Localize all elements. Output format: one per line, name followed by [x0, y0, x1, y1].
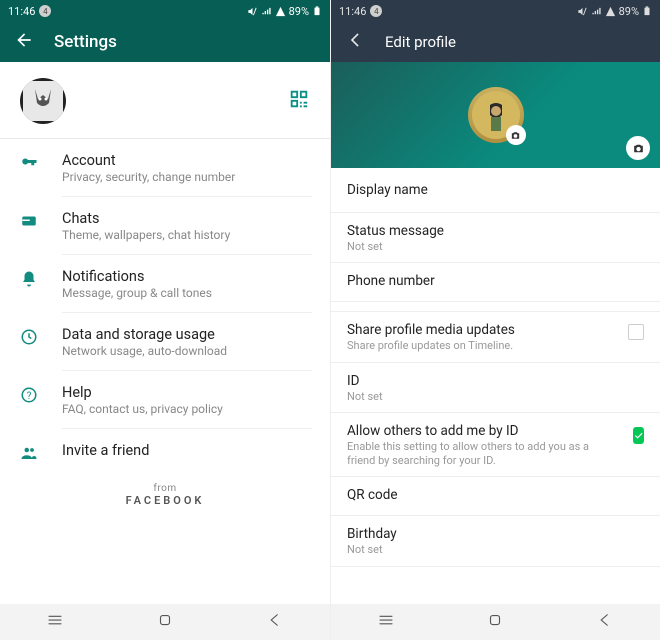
field-sub: Share profile updates on Timeline.	[347, 339, 553, 353]
field-label: ID	[347, 373, 644, 389]
qr-code-icon[interactable]	[288, 88, 310, 114]
item-title: Data and storage usage	[62, 326, 312, 343]
home-button[interactable]	[156, 611, 174, 633]
key-icon	[18, 152, 40, 172]
field-value: Not set	[347, 543, 644, 557]
share-media-row[interactable]: Share profile media updates Share profil…	[331, 312, 660, 362]
item-sub: Theme, wallpapers, chat history	[62, 228, 312, 242]
item-sub: Message, group & call tones	[62, 286, 312, 300]
status-icons: 89%	[577, 5, 652, 18]
svg-text:?: ?	[27, 391, 32, 402]
item-title: Chats	[62, 210, 312, 227]
battery-text: 89%	[619, 5, 639, 18]
status-bar: 11:46 4 89%	[0, 0, 330, 22]
field-label: QR code	[347, 487, 644, 503]
avatar[interactable]	[20, 78, 66, 124]
from-label: from	[0, 483, 330, 494]
back-button[interactable]	[345, 30, 365, 54]
field-label: Display name	[347, 182, 644, 198]
settings-data[interactable]: Data and storage usageNetwork usage, aut…	[0, 313, 330, 371]
camera-icon	[510, 130, 521, 141]
chat-icon	[18, 210, 40, 230]
mute-icon	[247, 6, 258, 17]
field-label: Share profile media updates	[347, 322, 553, 338]
profile-cover	[331, 62, 660, 168]
item-sub: FAQ, contact us, privacy policy	[62, 402, 312, 416]
back-button[interactable]	[14, 30, 34, 54]
bell-icon	[18, 268, 40, 288]
page-title: Edit profile	[385, 33, 456, 51]
data-icon	[18, 326, 40, 346]
recents-button[interactable]	[46, 611, 64, 633]
home-button[interactable]	[486, 611, 504, 633]
back-nav-button[interactable]	[596, 611, 614, 633]
status-bar: 11:46 4 89%	[331, 0, 660, 22]
item-title: Account	[62, 152, 312, 169]
display-name-row[interactable]: Display name	[331, 168, 660, 213]
network-icon	[591, 6, 602, 17]
settings-list: AccountPrivacy, security, change number …	[0, 139, 330, 604]
field-label: Allow others to add me by ID	[347, 423, 633, 439]
settings-account[interactable]: AccountPrivacy, security, change number	[0, 139, 330, 197]
avatar[interactable]	[468, 87, 524, 143]
field-sub: Enable this setting to allow others to a…	[347, 440, 633, 469]
notification-badge-icon: 4	[370, 5, 382, 17]
item-sub: Network usage, auto-download	[62, 344, 312, 358]
status-message-row[interactable]: Status message Not set	[331, 213, 660, 263]
settings-invite[interactable]: Invite a friend	[0, 429, 330, 471]
field-value: Not set	[347, 240, 644, 254]
page-title: Settings	[54, 32, 117, 52]
whatsapp-settings-screen: 11:46 4 89% Settings	[0, 0, 330, 640]
battery-text: 89%	[289, 5, 309, 18]
qr-code-row[interactable]: QR code	[331, 477, 660, 516]
android-navbar	[0, 604, 330, 640]
settings-header: Settings	[0, 22, 330, 62]
status-time: 11:46	[339, 5, 366, 18]
change-cover-button[interactable]	[626, 136, 650, 160]
item-title: Help	[62, 384, 312, 401]
profile-row[interactable]	[0, 62, 330, 139]
brand-label: FACEBOOK	[0, 494, 330, 507]
notification-badge-icon: 4	[39, 5, 51, 17]
footer-brand: from FACEBOOK	[0, 471, 330, 525]
network-icon	[261, 6, 272, 17]
camera-icon	[632, 142, 645, 155]
android-navbar	[331, 604, 660, 640]
field-label: Birthday	[347, 526, 644, 542]
battery-icon	[312, 5, 322, 17]
signal-icon	[275, 6, 286, 17]
battery-icon	[642, 5, 652, 17]
phone-number-row[interactable]: Phone number	[331, 263, 660, 302]
settings-help[interactable]: ? HelpFAQ, contact us, privacy policy	[0, 371, 330, 429]
help-icon: ?	[18, 384, 40, 404]
settings-notifications[interactable]: NotificationsMessage, group & call tones	[0, 255, 330, 313]
id-row[interactable]: ID Not set	[331, 363, 660, 413]
item-title: Invite a friend	[62, 442, 312, 459]
allow-by-id-checkbox[interactable]	[633, 427, 644, 444]
birthday-row[interactable]: Birthday Not set	[331, 516, 660, 566]
signal-icon	[605, 6, 616, 17]
status-icons: 89%	[247, 5, 322, 18]
edit-profile-header: Edit profile	[331, 22, 660, 62]
section-divider	[331, 302, 660, 312]
mute-icon	[577, 6, 588, 17]
line-edit-profile-screen: 11:46 4 89% Edit profile	[330, 0, 660, 640]
invite-icon	[18, 442, 40, 462]
field-value: Not set	[347, 390, 644, 404]
allow-add-by-id-row[interactable]: Allow others to add me by ID Enable this…	[331, 413, 660, 478]
item-title: Notifications	[62, 268, 312, 285]
status-time: 11:46	[8, 5, 35, 18]
recents-button[interactable]	[377, 611, 395, 633]
check-icon	[633, 430, 644, 441]
share-media-checkbox[interactable]	[628, 324, 644, 340]
avatar-image	[23, 81, 63, 121]
settings-chats[interactable]: ChatsTheme, wallpapers, chat history	[0, 197, 330, 255]
item-sub: Privacy, security, change number	[62, 170, 312, 184]
change-avatar-button[interactable]	[506, 125, 526, 145]
edit-profile-list: Display name Status message Not set Phon…	[331, 168, 660, 604]
field-label: Phone number	[347, 273, 644, 289]
field-label: Status message	[347, 223, 644, 239]
back-nav-button[interactable]	[266, 611, 284, 633]
